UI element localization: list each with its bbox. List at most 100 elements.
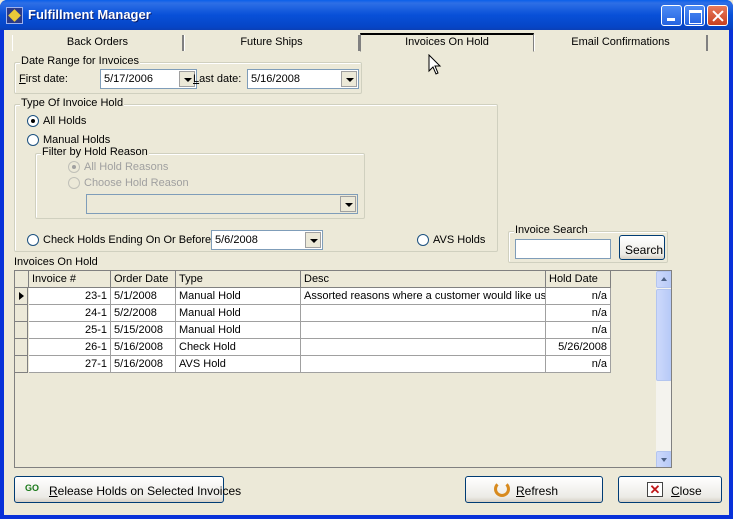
check-date-value: 5/6/2008 — [215, 234, 258, 246]
filter-legend: Filter by Hold Reason — [41, 146, 149, 158]
cell-hold-date[interactable]: n/a — [546, 322, 611, 339]
scroll-down-icon[interactable] — [656, 451, 671, 467]
cell-hold-date[interactable]: n/a — [546, 305, 611, 322]
cell-hold-date[interactable]: 5/26/2008 — [546, 339, 611, 356]
invoices-grid[interactable]: Invoice # Order Date Type Desc Hold Date… — [14, 270, 672, 468]
cell-hold-date[interactable]: n/a — [546, 288, 611, 305]
check-date-combo[interactable]: 5/6/2008 — [211, 230, 323, 250]
scroll-up-icon[interactable] — [656, 271, 671, 288]
vertical-scrollbar[interactable] — [656, 271, 671, 467]
row-selector[interactable] — [15, 288, 28, 305]
last-date-value: 5/16/2008 — [251, 73, 300, 85]
last-date-combo[interactable]: 5/16/2008 — [247, 69, 359, 89]
cell-type[interactable]: Manual Hold — [176, 305, 301, 322]
minimize-button[interactable] — [661, 5, 682, 26]
cell-invoice[interactable]: 25-1 — [29, 322, 111, 339]
grid-corner — [15, 271, 29, 288]
avs-holds-label[interactable]: AVS Holds — [433, 234, 485, 246]
cell-hold-date[interactable]: n/a — [546, 356, 611, 373]
cell-invoice[interactable]: 23-1 — [29, 288, 111, 305]
cell-order-date[interactable]: 5/1/2008 — [111, 288, 176, 305]
tab-label: Future Ships — [240, 36, 303, 48]
release-holds-button[interactable]: GO Release Holds on Selected Invoices — [14, 476, 241, 503]
column-header-type[interactable]: Type — [176, 271, 301, 288]
date-range-group: Date Range for Invoices First date: 5/17… — [14, 55, 362, 94]
cell-desc[interactable]: Assorted reasons where a customer would … — [301, 288, 546, 305]
avs-holds-radio[interactable] — [417, 234, 429, 246]
cell-invoice[interactable]: 26-1 — [29, 339, 111, 356]
all-holds-radio[interactable] — [27, 115, 39, 127]
window-title: Fulfillment Manager — [28, 7, 151, 22]
manual-holds-label[interactable]: Manual Holds — [43, 134, 110, 146]
row-selector[interactable] — [15, 305, 28, 322]
all-hold-reasons-radio[interactable] — [68, 161, 80, 173]
manual-holds-radio[interactable] — [27, 134, 39, 146]
cell-order-date[interactable]: 5/2/2008 — [111, 305, 176, 322]
cell-desc[interactable] — [301, 322, 546, 339]
row-selector[interactable] — [15, 322, 28, 339]
table-row[interactable]: 24-1 5/2/2008 Manual Hold n/a — [15, 305, 611, 322]
maximize-button[interactable] — [684, 5, 705, 26]
cell-type[interactable]: Manual Hold — [176, 322, 301, 339]
first-date-label: First date: — [19, 73, 68, 85]
cell-invoice[interactable]: 27-1 — [29, 356, 111, 373]
hold-type-legend: Type Of Invoice Hold — [20, 97, 125, 109]
hold-reason-combo[interactable] — [86, 194, 358, 214]
choose-hold-reason-label: Choose Hold Reason — [84, 177, 189, 189]
invoice-search-legend: Invoice Search — [514, 224, 589, 236]
tab-invoices-on-hold[interactable]: Invoices On Hold — [360, 33, 534, 52]
hold-reason-filter-group: Filter by Hold Reason All Hold Reasons C… — [35, 146, 365, 219]
cell-type[interactable]: AVS Hold — [176, 356, 301, 373]
release-holds-label: Release Holds on Selected Invoices — [49, 484, 242, 498]
search-button-label: Search — [625, 243, 664, 257]
date-range-legend: Date Range for Invoices — [20, 55, 141, 67]
tab-label: Back Orders — [66, 36, 129, 48]
last-date-label: Last date: — [193, 73, 242, 85]
cell-order-date[interactable]: 5/16/2008 — [111, 356, 176, 373]
column-header-hold-date[interactable]: Hold Date — [546, 271, 611, 288]
column-header-invoice[interactable]: Invoice # — [29, 271, 111, 288]
close-window-button[interactable] — [707, 5, 728, 26]
title-bar[interactable]: Fulfillment Manager — [0, 0, 733, 30]
table-row[interactable]: 25-1 5/15/2008 Manual Hold n/a — [15, 322, 611, 339]
cell-order-date[interactable]: 5/15/2008 — [111, 322, 176, 339]
chevron-down-icon[interactable] — [305, 232, 321, 248]
chevron-down-icon[interactable] — [341, 71, 357, 87]
table-row[interactable]: 27-1 5/16/2008 AVS Hold n/a — [15, 356, 611, 373]
table-row[interactable]: 23-1 5/1/2008 Manual Hold Assorted reasons … — [15, 288, 611, 305]
tab-back-orders[interactable]: Back Orders — [12, 35, 184, 51]
invoice-search-group: Invoice Search Search — [508, 224, 668, 263]
chevron-down-icon[interactable] — [340, 196, 356, 212]
check-holds-radio[interactable] — [27, 234, 39, 246]
refresh-button[interactable]: Refresh — [465, 476, 603, 503]
choose-hold-reason-radio[interactable] — [68, 177, 80, 189]
app-window: Fulfillment Manager Back Orders Future S… — [0, 0, 733, 519]
tab-email-confirmations[interactable]: Email Confirmations — [534, 35, 708, 51]
cell-desc[interactable] — [301, 356, 546, 373]
close-button[interactable]: ✕ Close — [618, 476, 722, 503]
search-button[interactable]: Search — [619, 235, 665, 260]
tab-label: Email Confirmations — [571, 36, 670, 48]
column-header-desc[interactable]: Desc — [301, 271, 546, 288]
first-date-combo[interactable]: 5/17/2006 — [100, 69, 197, 89]
cell-desc[interactable] — [301, 339, 546, 356]
all-holds-label[interactable]: All Holds — [43, 115, 86, 127]
column-header-order-date[interactable]: Order Date — [111, 271, 176, 288]
cell-desc[interactable] — [301, 305, 546, 322]
row-selector[interactable] — [15, 356, 28, 373]
mouse-cursor-icon — [428, 54, 442, 75]
cell-type[interactable]: Check Hold — [176, 339, 301, 356]
invoice-search-input[interactable] — [515, 239, 611, 259]
hold-type-group: Type Of Invoice Hold All Holds Manual Ho… — [14, 97, 498, 252]
tab-label: Invoices On Hold — [405, 36, 489, 48]
cell-invoice[interactable]: 24-1 — [29, 305, 111, 322]
close-icon: ✕ — [647, 482, 663, 497]
tab-future-ships[interactable]: Future Ships — [184, 35, 360, 51]
row-selector[interactable] — [15, 339, 28, 356]
table-row[interactable]: 26-1 5/16/2008 Check Hold 5/26/2008 — [15, 339, 611, 356]
cell-order-date[interactable]: 5/16/2008 — [111, 339, 176, 356]
check-holds-label[interactable]: Check Holds Ending On Or Before: — [43, 234, 214, 246]
client-area: Back Orders Future Ships Invoices On Hol… — [4, 30, 729, 515]
cell-type[interactable]: Manual Hold — [176, 288, 301, 305]
scroll-thumb[interactable] — [656, 289, 671, 381]
